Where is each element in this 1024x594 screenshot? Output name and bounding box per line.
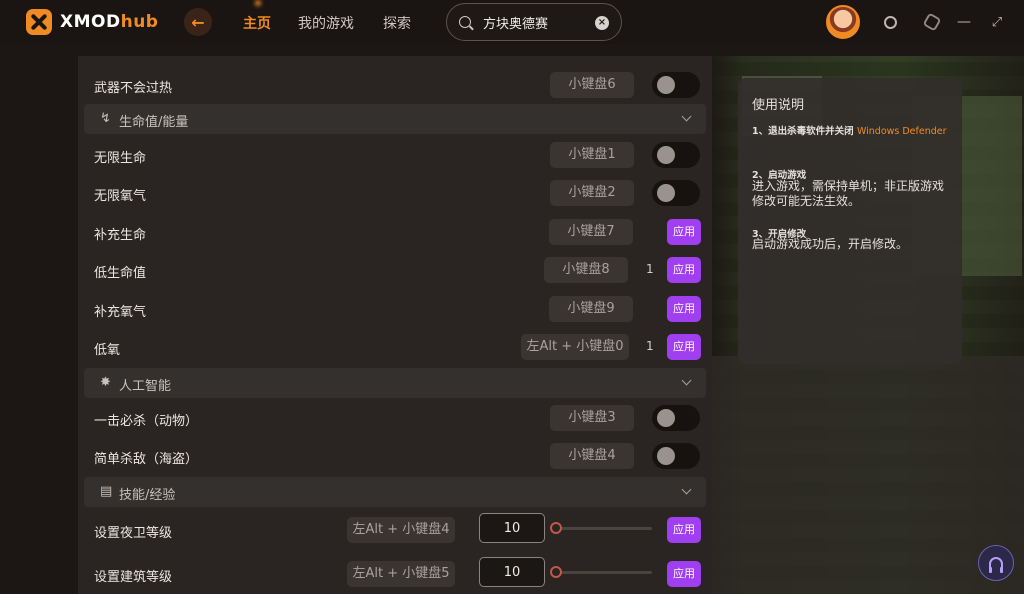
chevron-down-icon (681, 111, 692, 122)
cheat-row: 武器不会过热 小键盘6 (84, 66, 700, 104)
cheat-label: 一击必杀（动物） (94, 414, 199, 429)
cheat-label: 无限生命 (94, 151, 147, 166)
cheat-row: 补充氧气 小键盘9 应用 (84, 290, 701, 328)
cheat-value: 1 (646, 339, 654, 353)
cheat-label: 补充生命 (94, 228, 147, 243)
hotkey-button[interactable]: 左Alt + 小键盘0 (521, 334, 629, 360)
section-title: 人工智能 (119, 379, 172, 394)
cheat-toggle[interactable] (652, 142, 700, 168)
level-input[interactable] (479, 513, 545, 543)
nav-home[interactable]: 主页 (243, 13, 271, 33)
apply-button[interactable]: 应用 (667, 257, 701, 283)
step-3-body: 启动游戏成功后，开启修改。 (752, 237, 909, 251)
hotkey-button[interactable]: 小键盘2 (550, 180, 634, 206)
apply-button[interactable]: 应用 (667, 334, 701, 360)
cheat-value: 1 (646, 262, 654, 276)
apply-button[interactable]: 应用 (667, 517, 701, 543)
cheat-row: 设置建筑等级 左Alt + 小键盘5 应用 (84, 555, 701, 593)
bar-chart-icon: ▤ (100, 484, 113, 499)
cheat-label: 低生命值 (94, 266, 147, 281)
apply-button[interactable]: 应用 (667, 219, 701, 245)
cheat-row: 低氧 左Alt + 小键盘0 1 应用 (84, 328, 701, 366)
apply-button[interactable]: 应用 (667, 561, 701, 587)
cheat-label: 武器不会过热 (94, 81, 173, 96)
cheat-label: 补充氧气 (94, 305, 147, 320)
avatar[interactable] (826, 5, 860, 39)
hotkey-button[interactable]: 小键盘3 (550, 405, 634, 431)
level-input[interactable] (479, 557, 545, 587)
logo-text: XMODhub (60, 12, 159, 32)
search-input[interactable] (483, 14, 593, 30)
hotkey-button[interactable]: 小键盘6 (550, 72, 634, 98)
cheat-row: 低生命值 小键盘8 1 应用 (84, 251, 701, 289)
step-1: 1、退出杀毒软件并关闭 Windows Defender (752, 125, 952, 138)
section-header-skills[interactable]: ▤ 技能/经验 (84, 477, 706, 507)
cheat-toggle[interactable] (652, 72, 700, 98)
hotkey-button[interactable]: 小键盘8 (544, 257, 628, 283)
hotkey-button[interactable]: 左Alt + 小键盘5 (347, 561, 455, 587)
level-slider[interactable] (552, 571, 652, 574)
nav-explore[interactable]: 探索 (383, 13, 411, 33)
cheat-label: 设置建筑等级 (94, 570, 173, 585)
headset-icon (989, 557, 1003, 573)
slider-handle[interactable] (550, 522, 562, 534)
section-title: 技能/经验 (119, 488, 176, 503)
cheat-row: 简单杀敌（海盗） 小键盘4 (84, 437, 700, 475)
cheat-row: 设置夜卫等级 左Alt + 小键盘4 应用 (84, 511, 701, 549)
back-button[interactable]: ← (184, 8, 212, 36)
notification-button[interactable] (881, 13, 899, 31)
nav-my-games[interactable]: 我的游戏 (298, 13, 354, 33)
apply-button[interactable]: 应用 (667, 296, 701, 322)
cheat-list-panel: 武器不会过热 小键盘6 ↯ 生命值/能量 无限生命 小键盘1 无限氧气 小键盘2… (78, 56, 712, 594)
arrow-left-icon: ← (191, 12, 205, 32)
instructions-title: 使用说明 (752, 98, 805, 113)
chevron-down-icon (681, 484, 692, 495)
cheat-row: 补充生命 小键盘7 应用 (84, 213, 701, 251)
instructions-card: 使用说明 1、退出杀毒软件并关闭 Windows Defender 2、启动游戏… (738, 78, 962, 364)
search-box[interactable]: × (446, 3, 622, 41)
top-bar: XMODhub ← 主页 我的游戏 探索 × — ⤢ (0, 0, 1024, 44)
cheat-label: 设置夜卫等级 (94, 526, 173, 541)
clear-search-icon[interactable]: × (595, 16, 609, 30)
step-2-body: 进入游戏，需保持单机；非正版游戏修改可能无法生效。 (752, 179, 945, 208)
slider-handle[interactable] (550, 566, 562, 578)
section-title: 生命值/能量 (119, 115, 189, 130)
lightning-icon: ↯ (100, 111, 111, 126)
fullscreen-button[interactable]: ⤢ (988, 13, 1006, 31)
bell-icon (883, 15, 897, 29)
chevron-down-icon (681, 375, 692, 386)
hotkey-button[interactable]: 小键盘1 (550, 142, 634, 168)
level-slider[interactable] (552, 527, 652, 530)
cheat-label: 低氧 (94, 343, 121, 358)
cheat-toggle[interactable] (652, 180, 700, 206)
cheat-row: 无限氧气 小键盘2 (84, 174, 700, 212)
step-1-highlight: Windows Defender (856, 126, 947, 137)
section-header-health[interactable]: ↯ 生命值/能量 (84, 104, 706, 134)
cheat-toggle[interactable] (652, 443, 700, 469)
support-button[interactable] (978, 545, 1014, 581)
cheat-label: 无限氧气 (94, 189, 147, 204)
hotkey-button[interactable]: 左Alt + 小键盘4 (347, 517, 455, 543)
step-1-text: 1、退出杀毒软件并关闭 (752, 126, 854, 137)
logo-icon (26, 9, 52, 35)
app-logo[interactable]: XMODhub (26, 9, 158, 35)
minimize-button[interactable]: — (955, 13, 973, 31)
settings-button[interactable] (922, 12, 942, 32)
cheat-row: 无限生命 小键盘1 (84, 136, 700, 174)
cheat-label: 简单杀敌（海盗） (94, 452, 199, 467)
gear-icon (922, 12, 942, 32)
cheat-toggle[interactable] (652, 405, 700, 431)
ai-sparkle-icon: ✸ (100, 375, 111, 390)
expand-icon: ⤢ (991, 14, 1003, 30)
hotkey-button[interactable]: 小键盘4 (550, 443, 634, 469)
hotkey-button[interactable]: 小键盘9 (549, 296, 633, 322)
hotkey-button[interactable]: 小键盘7 (549, 219, 633, 245)
section-header-ai[interactable]: ✸ 人工智能 (84, 368, 706, 398)
search-icon (459, 16, 471, 28)
cheat-row: 一击必杀（动物） 小键盘3 (84, 399, 700, 437)
minimize-icon: — (957, 14, 971, 30)
